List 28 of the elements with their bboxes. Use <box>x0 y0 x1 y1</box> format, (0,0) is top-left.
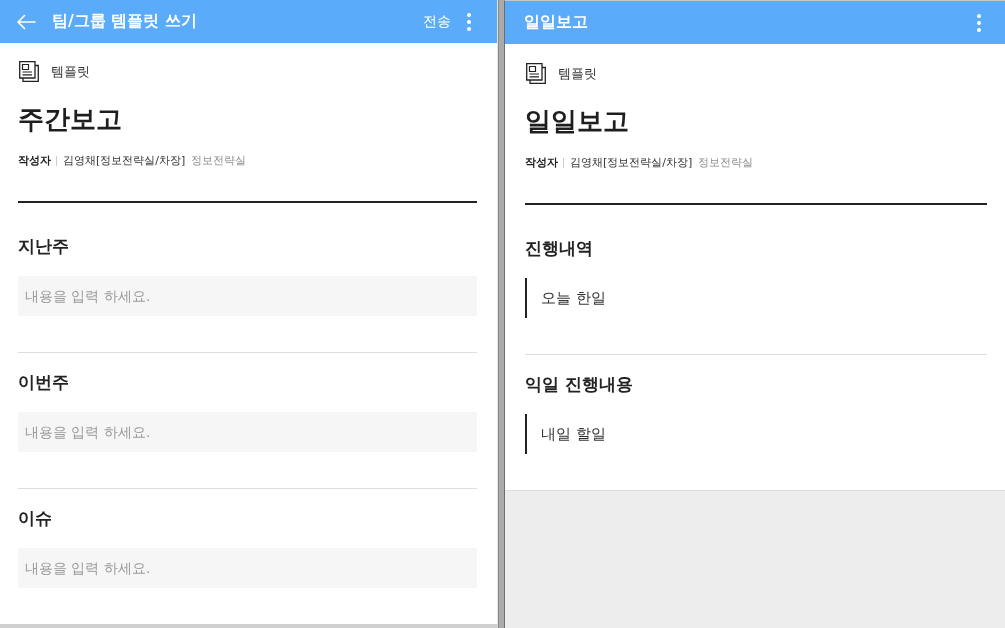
section-heading: 이슈 <box>18 507 52 530</box>
header-title: 팀/그룹 템플릿 쓰기 <box>52 11 197 32</box>
section-heading: 익일 진행내용 <box>525 373 633 396</box>
section-heading: 진행내역 <box>525 237 593 260</box>
author-label: 작성자 <box>525 155 558 171</box>
template-label: 템플릿 <box>558 64 597 83</box>
author-name: 김영채[정보전략실/차장] <box>63 153 186 169</box>
content-input-field[interactable]: 내용을 입력 하세요. <box>18 276 477 316</box>
author-name: 김영채[정보전략실/차장] <box>570 155 693 171</box>
author-department: 정보전략실 <box>698 155 754 171</box>
back-arrow-icon[interactable] <box>16 13 36 30</box>
document-icon <box>19 61 39 82</box>
header-title: 일일보고 <box>524 12 588 33</box>
document-icon <box>526 63 546 84</box>
content-input-field[interactable]: 내용을 입력 하세요. <box>18 412 477 452</box>
quoted-note: 오늘 한일 <box>525 278 606 318</box>
more-icon[interactable] <box>467 12 471 31</box>
section-heading: 지난주 <box>18 235 69 258</box>
send-button[interactable]: 전송 <box>423 10 451 33</box>
document-title: 주간보고 <box>18 103 122 136</box>
content-input-field[interactable]: 내용을 입력 하세요. <box>18 548 477 588</box>
author-label: 작성자 <box>18 153 51 169</box>
document-title: 일일보고 <box>525 105 629 138</box>
template-label: 템플릿 <box>51 62 90 81</box>
quoted-note: 내일 할일 <box>525 414 606 454</box>
author-department: 정보전략실 <box>191 153 247 169</box>
section-heading: 이번주 <box>18 371 69 394</box>
more-icon[interactable] <box>977 13 981 32</box>
